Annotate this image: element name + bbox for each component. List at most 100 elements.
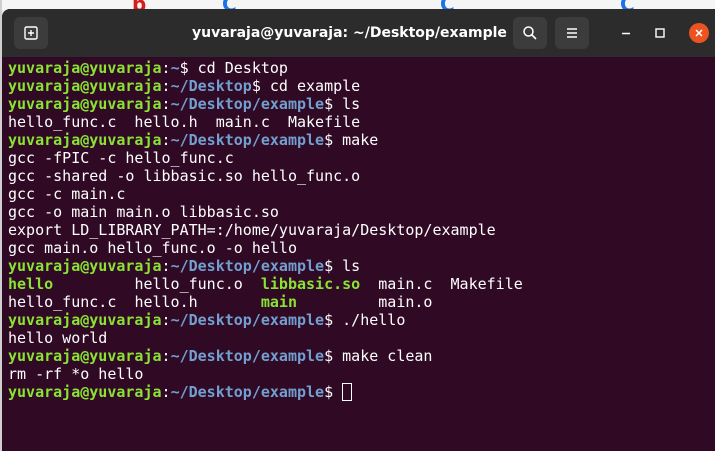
- output-line: rm -rf *o hello: [8, 365, 715, 383]
- command-text: make clean: [342, 347, 433, 365]
- ls-entry: main.c: [378, 275, 433, 293]
- output-line: hello_func.c hello.h main main.o: [8, 293, 715, 311]
- prompt-user-host: yuvaraja@yuvaraja: [8, 347, 162, 365]
- prompt-user-host: yuvaraja@yuvaraja: [8, 383, 162, 401]
- ls-spacing: [116, 293, 134, 311]
- ls-entry: libbasic.so: [260, 275, 361, 293]
- hamburger-menu-icon: [567, 28, 577, 38]
- close-button[interactable]: [689, 23, 709, 43]
- prompt-symbol: $: [324, 95, 343, 113]
- prompt-separator: :: [161, 59, 171, 77]
- prompt-user-host: yuvaraja@yuvaraja: [8, 95, 162, 113]
- output-line: gcc -c main.c: [8, 185, 715, 203]
- output-text: hello world: [8, 329, 108, 347]
- command-text: cd example: [269, 77, 361, 95]
- output-line: gcc main.o hello_func.o -o hello: [8, 239, 715, 257]
- search-button[interactable]: [513, 17, 547, 49]
- ls-entry: hello: [8, 275, 54, 293]
- title-bar[interactable]: yuvaraja@yuvaraja: ~/Desktop/example: [2, 9, 715, 57]
- output-text: gcc -shared -o libbasic.so hello_func.o: [8, 167, 361, 185]
- prompt-separator: :: [161, 347, 171, 365]
- screen: b C C C yuvaraja@yuvaraja: ~/Desktop/exa…: [0, 0, 715, 451]
- prompt-path: ~/Desktop/example: [170, 383, 325, 401]
- output-line: gcc -shared -o libbasic.so hello_func.o: [8, 167, 715, 185]
- prompt-path: ~/Desktop: [170, 77, 252, 95]
- prompt-separator: :: [161, 95, 171, 113]
- ls-entry: hello.h: [134, 293, 198, 311]
- new-tab-icon: [24, 26, 38, 40]
- prompt-line: yuvaraja@yuvaraja:~/Desktop/example$ mak…: [8, 131, 715, 149]
- command-text: ./hello: [342, 311, 406, 329]
- prompt-line: yuvaraja@yuvaraja:~/Desktop/example$: [8, 383, 715, 401]
- prompt-path: ~: [170, 59, 180, 77]
- output-text: gcc -fPIC -c hello_func.c: [8, 149, 234, 167]
- ls-entry: hello_func.c: [8, 293, 117, 311]
- ls-entry: main.o: [378, 293, 433, 311]
- ls-spacing: [297, 293, 378, 311]
- prompt-separator: :: [161, 383, 171, 401]
- prompt-separator: :: [161, 257, 171, 275]
- output-line: gcc -fPIC -c hello_func.c: [8, 149, 715, 167]
- output-text: export LD_LIBRARY_PATH=:/home/yuvaraja/D…: [8, 221, 496, 239]
- window-title: yuvaraja@yuvaraja: ~/Desktop/example: [192, 25, 507, 41]
- prompt-line: yuvaraja@yuvaraja:~/Desktop/example$ ./h…: [8, 311, 715, 329]
- output-line: gcc -o main main.o libbasic.so: [8, 203, 715, 221]
- prompt-line: yuvaraja@yuvaraja:~/Desktop/example$ ls: [8, 95, 715, 113]
- ls-spacing: [360, 275, 378, 293]
- prompt-path: ~/Desktop/example: [170, 311, 325, 329]
- prompt-symbol: $: [251, 77, 270, 95]
- ls-spacing: [198, 293, 261, 311]
- new-tab-button[interactable]: [14, 17, 48, 49]
- ls-entry: hello_func.o: [134, 275, 243, 293]
- terminal-cursor: [342, 383, 353, 401]
- output-line: export LD_LIBRARY_PATH=:/home/yuvaraja/D…: [8, 221, 715, 239]
- command-text: ls: [342, 95, 361, 113]
- minimize-button[interactable]: [616, 23, 636, 43]
- ls-spacing: [243, 275, 261, 293]
- command-text: cd Desktop: [197, 59, 288, 77]
- output-line: hello world: [8, 329, 715, 347]
- output-text: rm -rf *o hello: [8, 365, 144, 383]
- menu-button[interactable]: [555, 17, 589, 49]
- ls-entry: Makefile: [450, 275, 523, 293]
- search-icon: [523, 26, 537, 40]
- command-text: ls: [342, 257, 361, 275]
- prompt-symbol: $: [324, 311, 343, 329]
- maximize-icon: [655, 28, 665, 38]
- close-icon: [695, 29, 703, 37]
- prompt-path: ~/Desktop/example: [170, 257, 325, 275]
- prompt-path: ~/Desktop/example: [170, 131, 325, 149]
- output-text: gcc -o main main.o libbasic.so: [8, 203, 279, 221]
- prompt-line: yuvaraja@yuvaraja:~/Desktop/example$ ls: [8, 257, 715, 275]
- prompt-symbol: $: [179, 59, 198, 77]
- command-text: make: [342, 131, 379, 149]
- prompt-symbol: $: [324, 131, 343, 149]
- output-text: hello_func.c hello.h main.c Makefile: [8, 113, 361, 131]
- prompt-symbol: $: [324, 257, 343, 275]
- ls-spacing: [53, 275, 134, 293]
- output-text: gcc main.o hello_func.o -o hello: [8, 239, 297, 257]
- output-line: hello_func.c hello.h main.c Makefile: [8, 113, 715, 131]
- ls-entry: main: [260, 293, 297, 311]
- prompt-symbol: $: [324, 383, 343, 401]
- terminal-output[interactable]: yuvaraja@yuvaraja:~$ cd Desktop yuvaraja@…: [2, 57, 715, 451]
- prompt-user-host: yuvaraja@yuvaraja: [8, 77, 162, 95]
- maximize-button[interactable]: [650, 23, 670, 43]
- prompt-separator: :: [161, 131, 171, 149]
- prompt-line: yuvaraja@yuvaraja:~$ cd Desktop: [8, 59, 715, 77]
- prompt-path: ~/Desktop/example: [170, 347, 325, 365]
- prompt-line: yuvaraja@yuvaraja:~/Desktop$ cd example: [8, 77, 715, 95]
- output-line: hello hello_func.o libbasic.so main.c Ma…: [8, 275, 715, 293]
- prompt-user-host: yuvaraja@yuvaraja: [8, 59, 162, 77]
- minimize-icon: [622, 32, 630, 35]
- prompt-user-host: yuvaraja@yuvaraja: [8, 257, 162, 275]
- prompt-symbol: $: [324, 347, 343, 365]
- output-text: gcc -c main.c: [8, 185, 126, 203]
- prompt-user-host: yuvaraja@yuvaraja: [8, 311, 162, 329]
- prompt-path: ~/Desktop/example: [170, 95, 325, 113]
- prompt-separator: :: [161, 77, 171, 95]
- prompt-separator: :: [161, 311, 171, 329]
- terminal-window: yuvaraja@yuvaraja: ~/Desktop/example yuv…: [2, 9, 715, 451]
- prompt-user-host: yuvaraja@yuvaraja: [8, 131, 162, 149]
- prompt-line: yuvaraja@yuvaraja:~/Desktop/example$ mak…: [8, 347, 715, 365]
